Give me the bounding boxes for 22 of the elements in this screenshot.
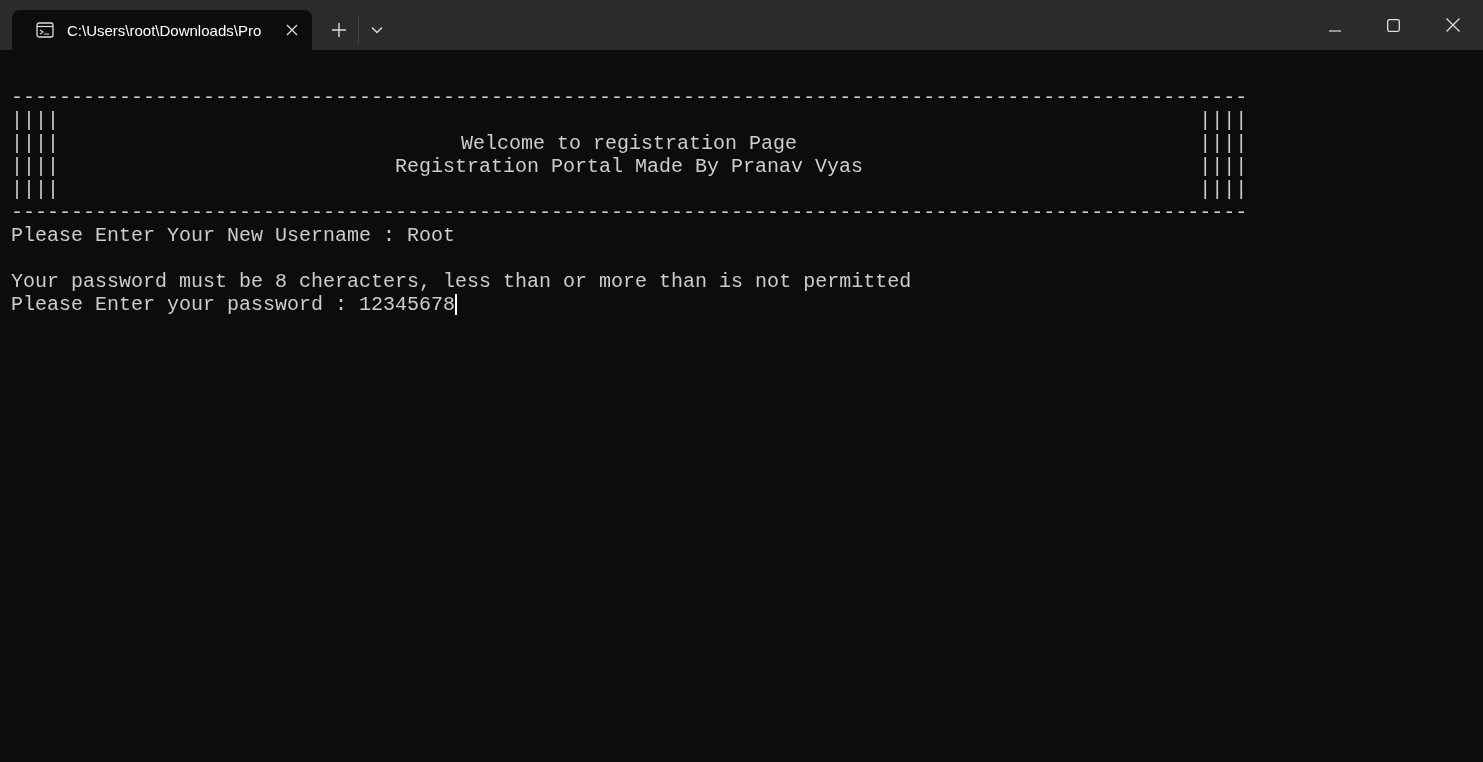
banner-text: Welcome to registration Page <box>461 132 798 155</box>
terminal-tab[interactable]: C:\Users\root\Downloads\Pro <box>12 10 312 50</box>
pipe-border: |||| <box>11 132 59 155</box>
command-prompt-icon <box>36 22 54 38</box>
pipe-border: |||| <box>1199 178 1248 201</box>
pipe-border: |||| <box>1199 155 1248 178</box>
pipe-border: |||| <box>1199 132 1248 155</box>
dropdown-icon[interactable] <box>371 26 383 34</box>
pipe-border: |||| <box>11 109 59 132</box>
banner-text: Registration Portal Made By Pranav Vyas <box>395 155 864 178</box>
console-text: Please Enter Your New Username : Root <box>11 224 456 247</box>
console-text: Your password must be 8 cheracters, less than or more than is not permitted <box>11 270 912 293</box>
maximize-icon[interactable] <box>1387 19 1400 32</box>
dashed-line: ------------------------------------------------------------------------------------------------------- <box>11 86 1248 109</box>
pipe-border: |||| <box>11 155 59 178</box>
new-tab-icon[interactable] <box>332 23 346 37</box>
console-text: Please Enter your password : 12345678 <box>11 293 456 316</box>
close-icon[interactable] <box>1446 18 1460 32</box>
close-icon[interactable] <box>286 24 298 36</box>
dashed-line: ------------------------------------------------------------------------------------------------------- <box>11 201 1248 224</box>
pipe-border: |||| <box>1199 109 1248 132</box>
pipe-border: |||| <box>11 178 59 201</box>
